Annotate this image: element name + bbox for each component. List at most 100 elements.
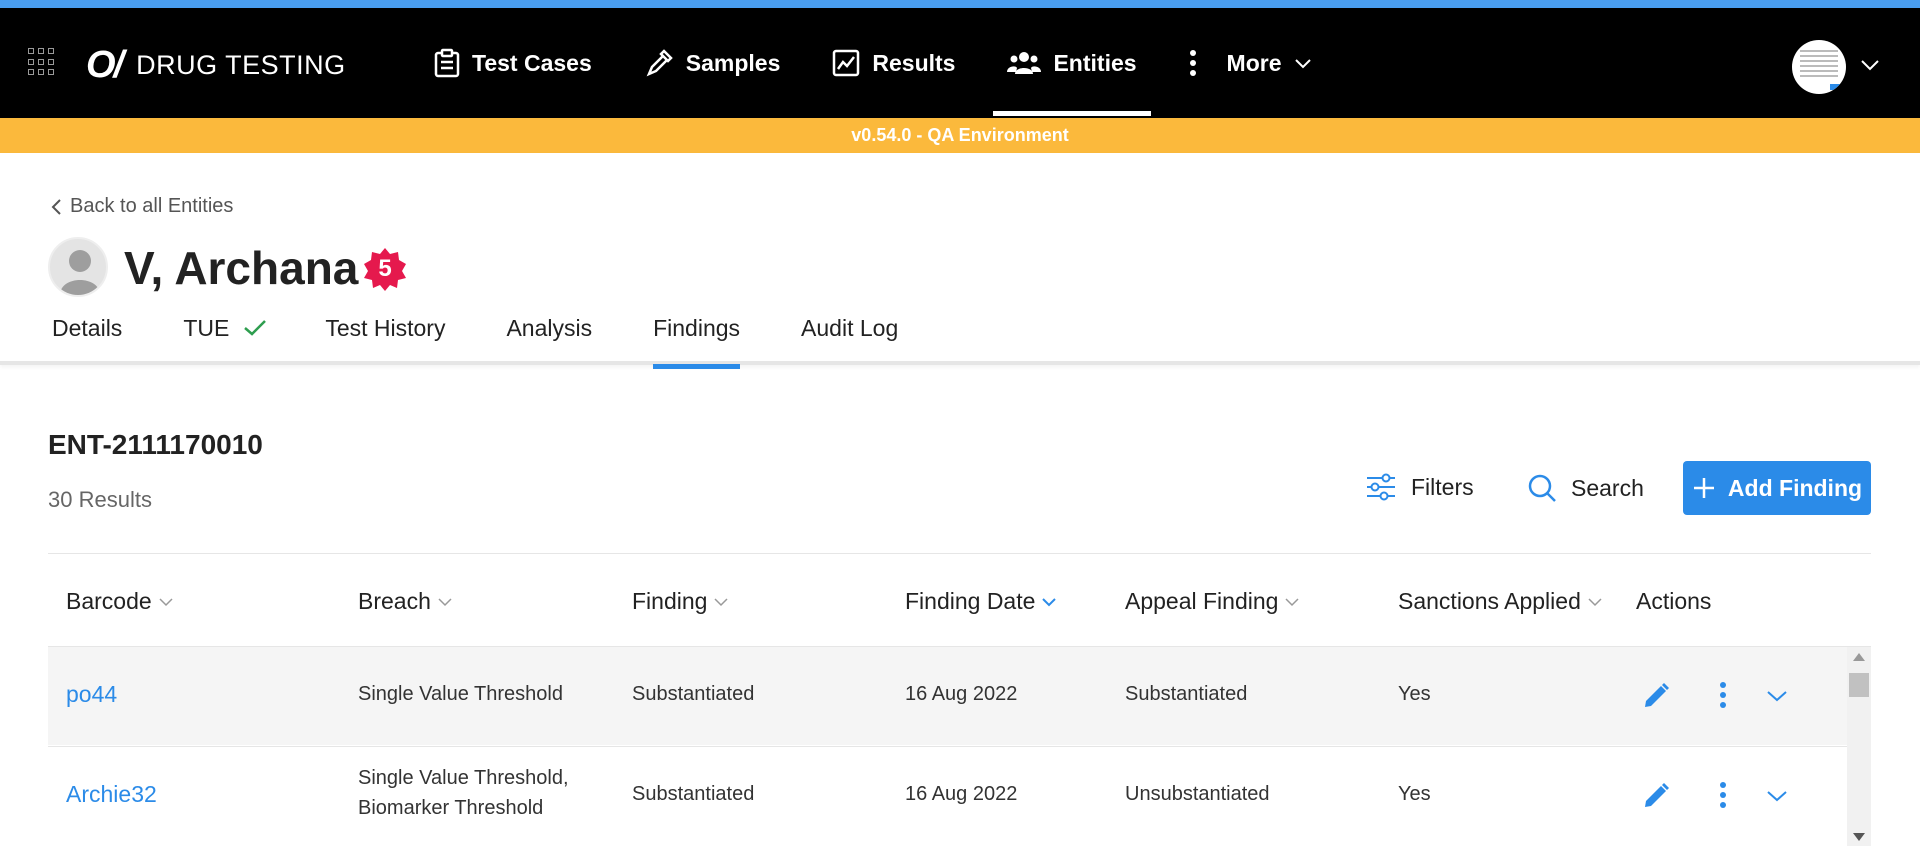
- filters-button[interactable]: Filters: [1365, 473, 1474, 501]
- chevron-left-icon: [51, 198, 61, 215]
- nav-test-cases[interactable]: Test Cases: [420, 8, 606, 118]
- sort-chevron-icon: [438, 597, 452, 606]
- brand[interactable]: O/ DRUG TESTING: [86, 46, 346, 84]
- search-label: Search: [1571, 474, 1644, 501]
- user-avatar[interactable]: [1792, 40, 1846, 94]
- table-header: Barcode Breach Finding Finding Date Appe…: [48, 553, 1871, 647]
- scroll-up-arrow-icon[interactable]: [1853, 653, 1865, 661]
- nav-test-cases-label: Test Cases: [472, 49, 592, 76]
- table-scrollbar[interactable]: [1847, 647, 1871, 846]
- finding-date-cell: 16 Aug 2022: [905, 783, 1018, 805]
- tab-findings-label: Findings: [653, 315, 741, 341]
- back-link[interactable]: Back to all Entities: [50, 195, 233, 218]
- finding-date-cell: 16 Aug 2022: [905, 683, 1018, 705]
- kebab-icon: [1189, 50, 1196, 76]
- main-nav: Test Cases Samples Results Entities More: [420, 8, 1362, 118]
- search-button[interactable]: Search: [1527, 473, 1644, 503]
- search-icon: [1528, 474, 1556, 502]
- nav-entities[interactable]: Entities: [993, 8, 1151, 118]
- brand-title: DRUG TESTING: [136, 49, 346, 80]
- col-finding[interactable]: Finding: [632, 588, 729, 615]
- users-icon: [1007, 52, 1042, 74]
- tab-analysis[interactable]: Analysis: [506, 313, 592, 365]
- tab-details-label: Details: [52, 315, 123, 341]
- sort-chevron-icon: [159, 597, 173, 606]
- environment-banner: v0.54.0 - QA Environment: [0, 118, 1920, 153]
- edit-pencil-icon[interactable]: [1641, 781, 1671, 811]
- kebab-menu-icon[interactable]: [1719, 781, 1727, 809]
- tab-analysis-label: Analysis: [506, 315, 593, 341]
- filters-label: Filters: [1411, 473, 1474, 500]
- sort-chevron-icon: [1588, 597, 1602, 606]
- col-sanctions-applied[interactable]: Sanctions Applied: [1398, 588, 1603, 615]
- nav-entities-label: Entities: [1053, 49, 1137, 76]
- breach-cell: Single Value Threshold, Biomarker Thresh…: [358, 767, 569, 819]
- col-actions: Actions: [1636, 588, 1712, 614]
- add-finding-button[interactable]: Add Finding: [1683, 461, 1871, 515]
- sanctions-cell: Yes: [1398, 783, 1431, 805]
- sliders-icon: [1367, 473, 1395, 501]
- findings-table: Barcode Breach Finding Finding Date Appe…: [48, 553, 1871, 846]
- clipboard-icon: [434, 48, 460, 78]
- breach-cell: Single Value Threshold: [358, 683, 563, 705]
- tab-audit-log[interactable]: Audit Log: [801, 313, 898, 365]
- app-grid-icon[interactable]: [28, 48, 56, 76]
- scroll-thumb[interactable]: [1849, 673, 1869, 697]
- sort-chevron-icon: [714, 597, 728, 606]
- finding-cell: Substantiated: [632, 783, 755, 805]
- back-link-label: Back to all Entities: [70, 195, 234, 217]
- entity-header: Back to all Entities V, Archana 5 Detail…: [0, 153, 1920, 369]
- user-menu-chevron-icon[interactable]: [1860, 58, 1880, 72]
- person-icon: [60, 250, 100, 295]
- appeal-finding-cell: Unsubstantiated: [1125, 783, 1270, 805]
- sanctions-cell: Yes: [1398, 683, 1431, 705]
- expand-chevron-icon[interactable]: [1766, 789, 1788, 803]
- nav-more[interactable]: More: [1175, 8, 1338, 118]
- brand-logo: O/: [86, 44, 124, 86]
- tab-test-history-label: Test History: [325, 315, 446, 341]
- barcode-link[interactable]: Archie32: [66, 781, 157, 808]
- table-row[interactable]: po44 Single Value Threshold Substantiate…: [48, 647, 1848, 745]
- top-navigation-bar: O/ DRUG TESTING Test Cases Samples Resul…: [0, 8, 1920, 118]
- table-row[interactable]: Archie32 Single Value Threshold, Biomark…: [48, 746, 1848, 844]
- tab-audit-log-label: Audit Log: [801, 315, 899, 341]
- top-accent-stripe: [0, 0, 1920, 8]
- nav-samples[interactable]: Samples: [630, 8, 795, 118]
- notification-badge: 5: [363, 247, 407, 291]
- entity-avatar: [48, 237, 108, 297]
- appeal-finding-cell: Substantiated: [1125, 683, 1248, 705]
- col-finding-date[interactable]: Finding Date: [905, 588, 1057, 615]
- entity-name: V, Archana: [124, 242, 359, 294]
- pipette-icon: [646, 49, 673, 77]
- finding-cell: Substantiated: [632, 683, 755, 705]
- nav-results[interactable]: Results: [818, 8, 969, 118]
- col-breach[interactable]: Breach: [358, 588, 453, 615]
- barcode-link[interactable]: po44: [66, 681, 117, 708]
- add-finding-label: Add Finding: [1727, 474, 1863, 501]
- badge-count: 5: [378, 255, 392, 282]
- entity-tabs: Details TUE Test History Analysis Findin…: [52, 313, 959, 369]
- nav-samples-label: Samples: [685, 49, 781, 76]
- results-count: 30 Results: [48, 487, 152, 512]
- nav-more-label: More: [1226, 49, 1282, 76]
- check-icon: [244, 320, 267, 336]
- edit-pencil-icon[interactable]: [1641, 681, 1671, 711]
- sort-chevron-icon: [1285, 597, 1299, 606]
- scroll-down-arrow-icon[interactable]: [1853, 833, 1865, 841]
- tab-tue[interactable]: TUE: [183, 313, 267, 365]
- tab-tue-label: TUE: [183, 315, 230, 341]
- kebab-menu-icon[interactable]: [1719, 681, 1727, 709]
- col-barcode[interactable]: Barcode: [66, 588, 174, 615]
- sort-chevron-active-icon: [1042, 597, 1057, 606]
- entity-id: ENT-2111170010: [48, 429, 263, 460]
- nav-results-label: Results: [872, 49, 956, 76]
- tab-test-history[interactable]: Test History: [325, 313, 445, 365]
- plus-icon: [1693, 478, 1714, 498]
- chevron-down-icon: [1294, 59, 1311, 69]
- tab-findings[interactable]: Findings: [653, 313, 741, 369]
- chart-icon: [833, 49, 860, 77]
- table-body: po44 Single Value Threshold Substantiate…: [48, 647, 1871, 846]
- tab-details[interactable]: Details: [52, 313, 122, 365]
- expand-chevron-icon[interactable]: [1766, 689, 1788, 703]
- col-appeal-finding[interactable]: Appeal Finding: [1125, 588, 1300, 615]
